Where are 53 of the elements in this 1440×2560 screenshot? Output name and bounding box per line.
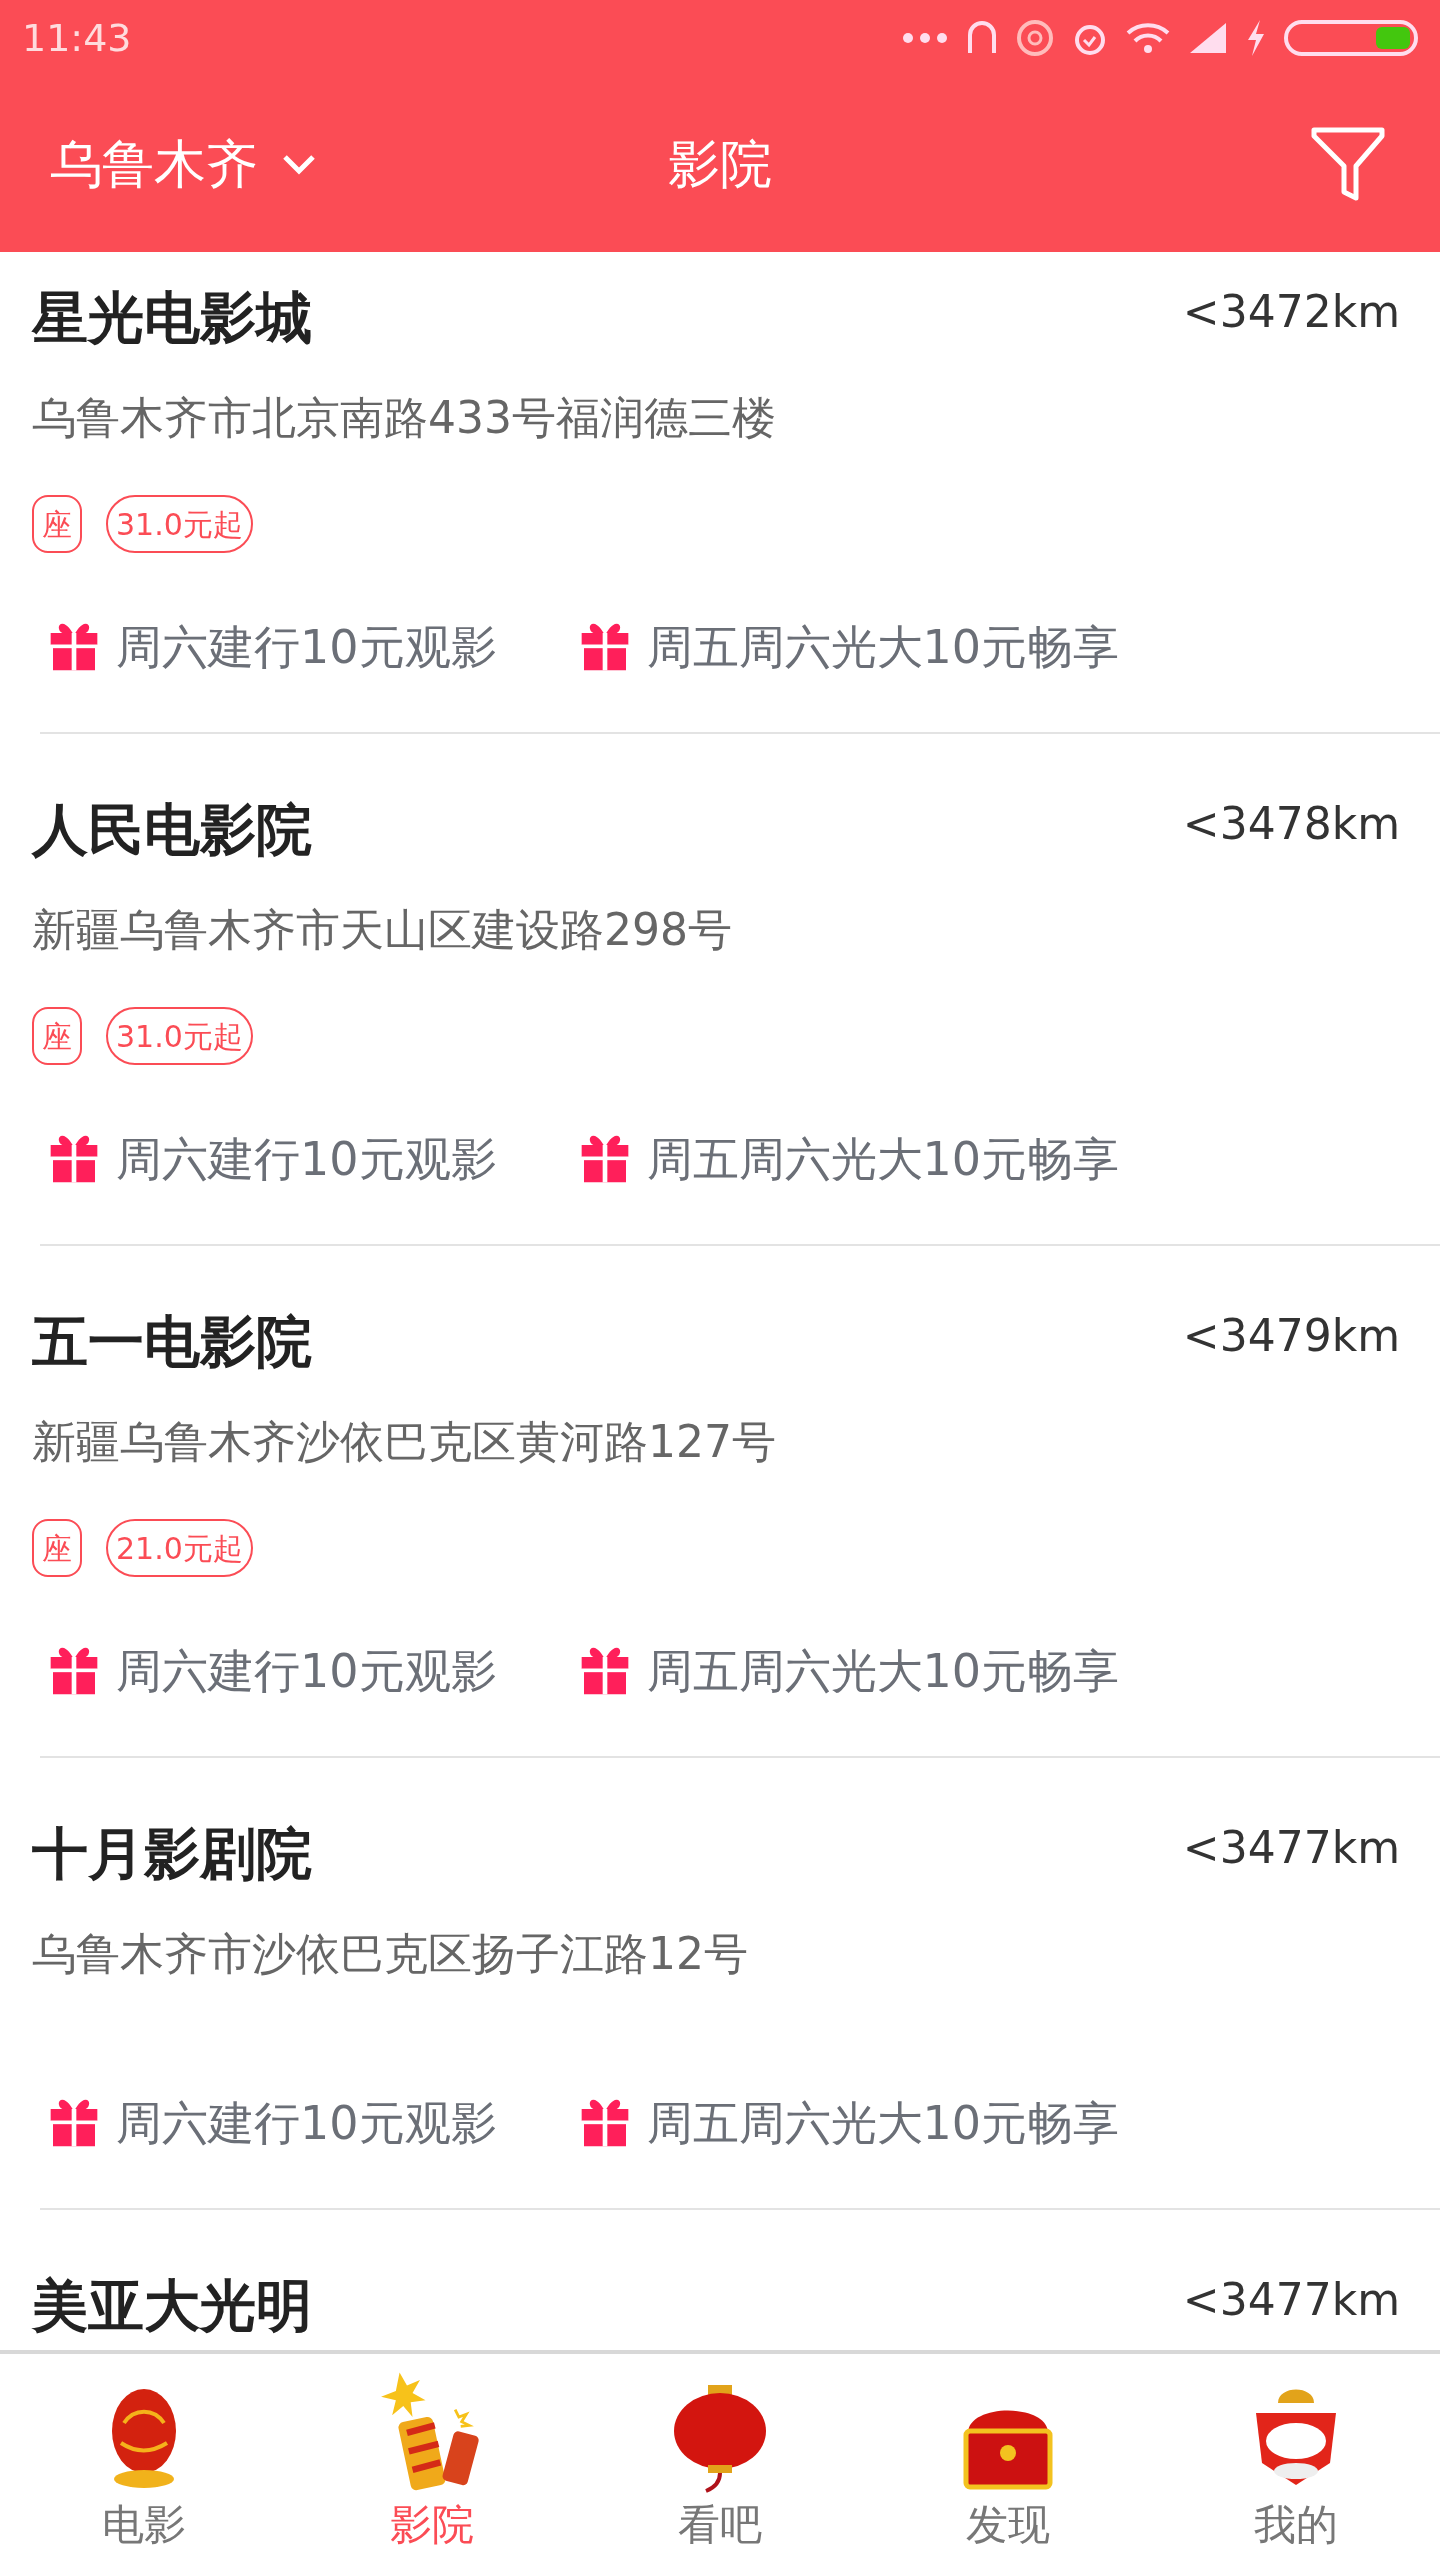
tab-label: 我的 <box>1254 2499 1338 2551</box>
tab-item[interactable]: 我的 <box>1152 2354 1440 2560</box>
signal-icon <box>1188 21 1228 55</box>
info-tag: 座 <box>32 495 82 553</box>
tab-item[interactable]: 发现 <box>864 2354 1152 2560</box>
offer-text: 周六建行10元观影 <box>116 619 497 675</box>
cinema-item[interactable]: 人民电影院 <3478km 新疆乌鲁木齐市天山区建设路298号 座 31.0元起 周六建行10元观影 周五周六光大10元畅享 <box>0 734 1440 1244</box>
cinema-address: 乌鲁木齐市北京南路433号福润德三楼 <box>32 391 777 445</box>
cinema-name: 美亚大光明 <box>32 2272 312 2340</box>
info-tag: 31.0元起 <box>106 495 253 553</box>
cinema-address: 新疆乌鲁木齐沙依巴克区黄河路127号 <box>32 1415 777 1469</box>
cinema-address: 乌鲁木齐市沙依巴克区扬子江路12号 <box>32 1927 749 1981</box>
tab-item[interactable]: 影院 <box>288 2354 576 2560</box>
chevron-down-icon <box>282 153 316 175</box>
cinema-item[interactable]: 美亚大光明 <3477km <box>0 2210 1440 2350</box>
tab-item[interactable]: 电影 <box>0 2354 288 2560</box>
page-title: 影院 <box>668 133 772 196</box>
info-tag: 31.0元起 <box>106 1007 253 1065</box>
cinema-name: 人民电影院 <box>32 796 312 864</box>
info-tag: 座 <box>32 1519 82 1577</box>
offer-text: 周五周六光大10元畅享 <box>646 1131 1120 1187</box>
offer-text: 周六建行10元观影 <box>116 1131 497 1187</box>
cinema-name: 五一电影院 <box>32 1308 312 1376</box>
status-time: 11:43 <box>22 14 132 62</box>
more-dots-icon <box>902 32 948 44</box>
charging-icon <box>1246 18 1266 58</box>
city-selector[interactable]: 乌鲁木齐 <box>50 125 316 203</box>
offer-text: 周六建行10元观影 <box>116 1643 497 1699</box>
tab-item[interactable]: 看吧 <box>576 2354 864 2560</box>
tab-label: 看吧 <box>678 2499 762 2551</box>
offer-text: 周五周六光大10元畅享 <box>646 1643 1120 1699</box>
cinema-item[interactable]: 十月影剧院 <3477km 乌鲁木齐市沙依巴克区扬子江路12号 周六建行10元观影 周五周六光大10元畅享 <box>0 1758 1440 2208</box>
battery-icon <box>1284 19 1418 57</box>
info-tag: 座 <box>32 1007 82 1065</box>
cinema-address: 新疆乌鲁木齐市天山区建设路298号 <box>32 903 733 957</box>
filter-icon <box>1310 126 1386 202</box>
cinema-name: 星光电影城 <box>32 284 312 352</box>
cinema-item[interactable]: 五一电影院 <3479km 新疆乌鲁木齐沙依巴克区黄河路127号 座 21.0元起 周六建行10元观影 周五周六光大10元畅享 <box>0 1246 1440 1756</box>
tab-label: 发现 <box>966 2499 1050 2551</box>
offer-text: 周五周六光大10元畅享 <box>646 2095 1120 2151</box>
offer-text: 周五周六光大10元畅享 <box>646 619 1120 675</box>
cinema-distance: <3472km <box>1182 285 1400 339</box>
cinema-name: 十月影剧院 <box>32 1820 312 1888</box>
tab-label: 影院 <box>390 2499 474 2551</box>
cinema-distance: <3477km <box>1182 2273 1400 2327</box>
cinema-distance: <3477km <box>1182 1821 1400 1875</box>
wifi-icon <box>1126 21 1170 55</box>
tab-label: 电影 <box>102 2499 186 2551</box>
cinema-distance: <3478km <box>1182 797 1400 851</box>
cinema-item[interactable]: 星光电影城 <3472km 乌鲁木齐市北京南路433号福润德三楼 座 31.0元起 周六建行10元观影 周五周六光大10元畅享 <box>0 252 1440 732</box>
info-tag: 21.0元起 <box>106 1519 253 1577</box>
cinema-distance: <3479km <box>1182 1309 1400 1363</box>
offer-text: 周六建行10元观影 <box>116 2095 497 2151</box>
